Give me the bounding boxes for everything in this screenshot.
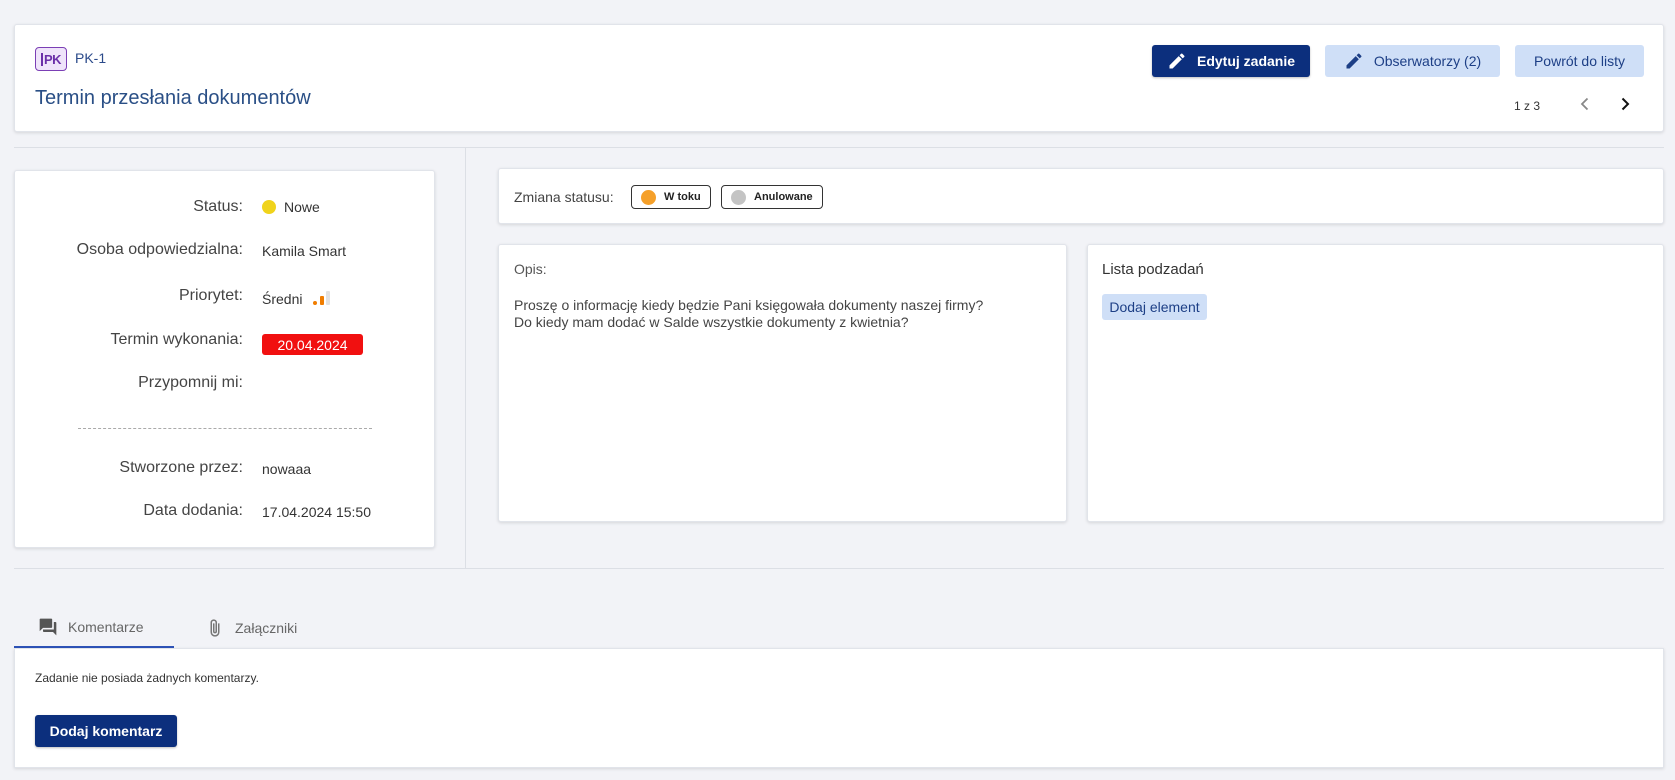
status-dot	[262, 200, 276, 214]
divider	[14, 147, 1664, 148]
deadline-badge: 20.04.2024	[262, 334, 363, 355]
observers-button[interactable]: Obserwatorzy (2)	[1325, 45, 1500, 77]
observers-label: Obserwatorzy (2)	[1373, 53, 1482, 69]
status-option-label: Anulowane	[754, 191, 813, 203]
owner-label: Osoba odpowiedzialna:	[76, 241, 243, 258]
created-by-label: Stworzone przez:	[119, 459, 243, 476]
status-option-cancelled[interactable]: Anulowane	[721, 185, 823, 209]
description-line: Do kiedy mam dodać w Salde wszystkie dok…	[514, 314, 909, 330]
page-title: Termin przesłania dokumentów	[35, 87, 311, 109]
back-to-list-button[interactable]: Powrót do listy	[1515, 45, 1644, 77]
edit-task-label: Edytuj zadanie	[1196, 53, 1296, 69]
task-header: PK PK-1 Termin przesłania dokumentów Edy…	[14, 24, 1664, 132]
add-element-button[interactable]: Dodaj element	[1102, 294, 1207, 320]
created-by-value: nowaaa	[262, 461, 312, 477]
priority-label: Priorytet:	[178, 287, 243, 304]
pager-counter: 1 z 3	[1514, 99, 1541, 113]
divider	[14, 568, 1664, 569]
description-text: Proszę o informację kiedy będzie Pani ks…	[514, 297, 983, 331]
badge-flag-icon	[40, 52, 43, 66]
status-option-label: W toku	[664, 191, 701, 203]
pencil-icon	[1169, 53, 1185, 69]
status-dot	[731, 189, 746, 205]
priority-text: Średni	[262, 291, 303, 307]
dashed-separator	[78, 428, 372, 429]
tab-label: Załączniki	[235, 620, 298, 636]
task-details-panel: Status: Nowe Osoba odpowiedzialna: Kamil…	[14, 170, 435, 548]
edit-task-button[interactable]: Edytuj zadanie	[1152, 45, 1310, 77]
deadline-label: Termin wykonania:	[110, 331, 244, 348]
status-dot	[641, 189, 656, 205]
status-text: Nowe	[284, 199, 320, 215]
status-option-in-progress[interactable]: W toku	[631, 185, 711, 209]
pencil-icon	[1346, 53, 1362, 69]
date-added-value: 17.04.2024 15:50	[262, 504, 371, 520]
subtasks-panel: Lista podzadań Dodaj element	[1087, 244, 1664, 522]
description-panel: Opis: Proszę o informację kiedy będzie P…	[498, 244, 1067, 522]
reminder-label: Przypomnij mi:	[138, 374, 243, 391]
paperclip-icon	[210, 619, 220, 637]
status-label: Status:	[193, 198, 243, 215]
no-comments-text: Zadanie nie posiada żadnych komentarzy.	[35, 671, 259, 685]
status-value: Nowe	[262, 199, 320, 215]
date-added-label: Data dodania:	[143, 502, 243, 519]
chevron-left-icon	[1580, 97, 1589, 111]
status-change-label: Zmiana statusu:	[514, 189, 614, 205]
priority-value: Średni	[262, 290, 334, 307]
tab-label: Komentarze	[68, 619, 144, 635]
tab-comments[interactable]: Komentarze	[14, 608, 174, 648]
divider	[465, 148, 466, 568]
badge-text: PK	[43, 51, 62, 67]
pager-prev-button[interactable]	[1573, 91, 1597, 117]
description-label: Opis:	[514, 261, 547, 277]
add-comment-button[interactable]: Dodaj komentarz	[35, 715, 177, 747]
task-code: PK-1	[75, 50, 107, 66]
subtasks-title: Lista podzadań	[1102, 261, 1204, 278]
tab-attachments[interactable]: Załączniki	[205, 608, 297, 648]
status-change-panel: Zmiana statusu: W toku Anulowane	[498, 168, 1664, 224]
description-line: Proszę o informację kiedy będzie Pani ks…	[514, 297, 984, 313]
comments-icon	[39, 618, 57, 636]
project-badge: PK	[35, 47, 67, 71]
chevron-right-icon	[1621, 97, 1630, 111]
pager-next-button[interactable]	[1613, 91, 1637, 117]
comments-panel: Zadanie nie posiada żadnych komentarzy. …	[14, 648, 1664, 768]
owner-value: Kamila Smart	[262, 243, 347, 259]
priority-bars-icon	[313, 291, 331, 305]
